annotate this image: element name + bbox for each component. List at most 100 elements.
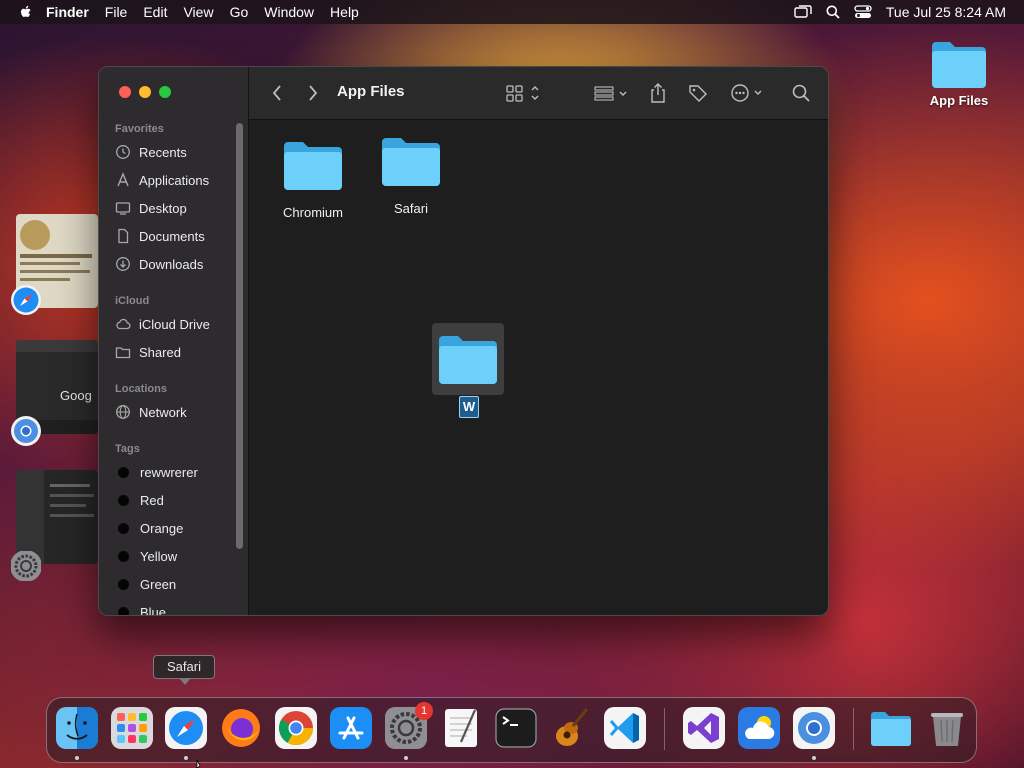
sidebar-item-label: Applications: [139, 172, 210, 188]
sidebar-item-desktop[interactable]: Desktop: [115, 197, 187, 219]
chromium-icon: [11, 416, 41, 446]
sidebar-item-applications[interactable]: Applications: [115, 169, 209, 191]
sidebar-item-label: rewwrerer: [140, 464, 198, 480]
menu-go[interactable]: Go: [226, 4, 261, 20]
chrome-icon[interactable]: [274, 706, 318, 750]
sidebar-item-label: Blue: [140, 604, 167, 616]
menu-help[interactable]: Help: [326, 4, 371, 20]
menu-app-name[interactable]: Finder: [44, 4, 101, 20]
desktop-folder-app-files[interactable]: App Files: [924, 38, 994, 108]
safari-icon: [11, 285, 41, 315]
sidebar-header-favorites: Favorites: [115, 123, 164, 135]
close-button[interactable]: [119, 86, 131, 98]
settings-icon: [11, 551, 41, 581]
folder-icon[interactable]: [869, 706, 913, 750]
app-store-icon[interactable]: [329, 706, 373, 750]
control-center-icon[interactable]: [854, 5, 872, 19]
tag-dot-icon: [118, 606, 129, 615]
apple-menu-icon[interactable]: [18, 4, 34, 20]
tag-dot-icon: [118, 522, 129, 534]
zoom-button[interactable]: [159, 86, 171, 98]
screen-mirroring-icon[interactable]: [794, 5, 812, 19]
document-icon: [118, 228, 129, 244]
menu-view[interactable]: View: [179, 4, 225, 20]
cloud-icon: [116, 318, 131, 330]
folder-icon: [932, 42, 986, 88]
drag-preview: [432, 323, 504, 395]
minimize-button[interactable]: [139, 86, 151, 98]
share-icon[interactable]: [649, 81, 667, 105]
sidebar-tag-orange[interactable]: Orange: [115, 517, 183, 539]
sidebar-item-label: Recents: [139, 144, 187, 160]
search-icon[interactable]: [826, 5, 840, 19]
tag-dot-icon: [118, 466, 129, 478]
menu-edit[interactable]: Edit: [139, 4, 179, 20]
tag-dot-icon: [118, 578, 129, 590]
file-item-safari[interactable]: Safari: [368, 134, 454, 216]
sidebar-header-locations: Locations: [115, 383, 167, 395]
dock-separator: [853, 708, 854, 750]
sidebar-scrollbar[interactable]: [236, 123, 243, 549]
sidebar-tag-yellow[interactable]: Yellow: [115, 545, 177, 567]
applications-icon: [117, 172, 129, 187]
dock: 1: [46, 697, 977, 763]
sidebar-item-network[interactable]: Network: [115, 401, 187, 423]
running-indicator: [812, 756, 816, 760]
sidebar-tag-blue[interactable]: Blue: [115, 601, 167, 616]
safari-icon[interactable]: [164, 706, 208, 750]
tag-dot-icon: [118, 494, 129, 506]
textedit-icon[interactable]: [439, 706, 483, 750]
sidebar-tag-green[interactable]: Green: [115, 573, 176, 595]
file-item-label: Chromium: [283, 205, 343, 220]
tag-dot-icon: [118, 550, 129, 562]
running-indicator: [404, 756, 408, 760]
icon-view-icon[interactable]: [505, 81, 543, 105]
back-chevron-icon[interactable]: [271, 81, 283, 105]
chromium-icon[interactable]: [792, 706, 836, 750]
finder-content: Chromium Safari W: [249, 120, 828, 615]
search-icon[interactable]: [791, 81, 811, 105]
menu-clock[interactable]: Tue Jul 25 8:24 AM: [886, 4, 1006, 20]
tag-icon[interactable]: [687, 81, 709, 105]
sidebar-header-icloud: iCloud: [115, 295, 150, 307]
sidebar-item-shared[interactable]: Shared: [115, 341, 181, 363]
menu-bar: Finder File Edit View Go Window Help Tue…: [0, 0, 1024, 24]
file-item-label: Safari: [394, 201, 428, 216]
firefox-icon[interactable]: [219, 706, 263, 750]
sidebar-item-downloads[interactable]: Downloads: [115, 253, 203, 275]
vscode-icon[interactable]: [603, 706, 647, 750]
sidebar-tag-red[interactable]: Red: [115, 489, 164, 511]
sidebar-tag-rewwrerer[interactable]: rewwrerer: [115, 461, 198, 483]
sidebar-item-icloud-drive[interactable]: iCloud Drive: [115, 313, 210, 335]
drag-badge-letter: W: [462, 399, 476, 414]
sidebar-item-label: iCloud Drive: [139, 316, 210, 332]
garageband-icon[interactable]: [549, 706, 593, 750]
menu-window[interactable]: Window: [260, 4, 326, 20]
stage-thumb-text: Goog: [60, 388, 92, 403]
visual-studio-icon[interactable]: [682, 706, 726, 750]
weather-icon[interactable]: [737, 706, 781, 750]
running-indicator: [184, 756, 188, 760]
terminal-icon[interactable]: [494, 706, 538, 750]
forward-chevron-icon[interactable]: [307, 81, 319, 105]
finder-icon[interactable]: [55, 706, 99, 750]
window-title: App Files: [337, 83, 405, 100]
sidebar-item-recents[interactable]: Recents: [115, 141, 187, 163]
mouse-cursor-icon: [196, 760, 201, 768]
folder-icon: [382, 138, 440, 186]
dock-tooltip-arrow: [179, 678, 191, 685]
launchpad-icon[interactable]: [110, 706, 154, 750]
menu-file[interactable]: File: [101, 4, 140, 20]
sidebar-item-label: Network: [139, 404, 187, 420]
more-actions-icon[interactable]: [729, 81, 767, 105]
desktop-folder-label: App Files: [929, 93, 989, 108]
sidebar-header-tags: Tags: [115, 443, 140, 455]
sidebar-item-documents[interactable]: Documents: [115, 225, 205, 247]
notification-badge: 1: [415, 702, 433, 720]
finder-toolbar: App Files: [249, 67, 828, 120]
folder-icon: [284, 142, 342, 190]
file-item-chromium[interactable]: Chromium: [270, 138, 356, 220]
trash-icon[interactable]: [925, 706, 969, 750]
group-by-icon[interactable]: [593, 81, 631, 105]
dock-separator: [664, 708, 665, 750]
